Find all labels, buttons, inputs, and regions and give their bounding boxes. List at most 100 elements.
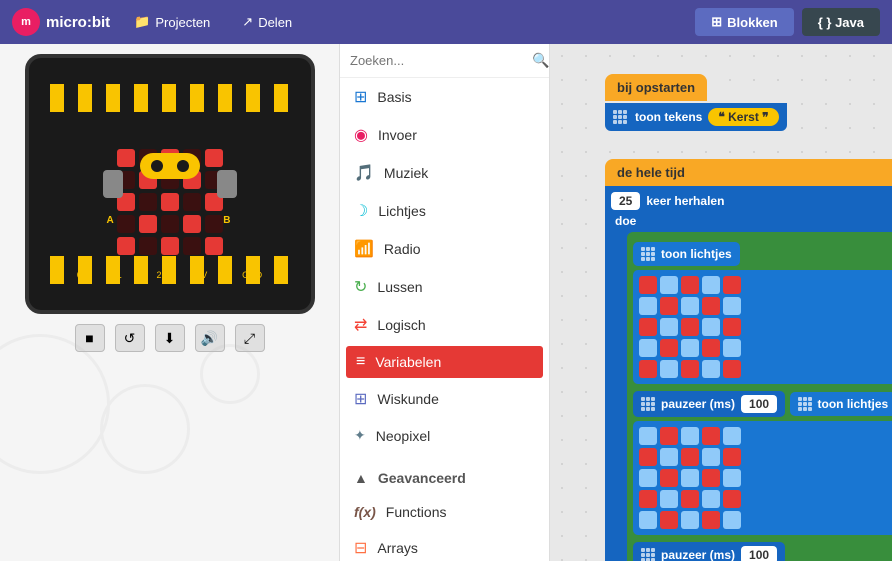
lichtjes-label: Lichtjes: [378, 203, 425, 219]
toolbox-item-radio[interactable]: 📶 Radio: [340, 230, 549, 268]
led-2-3: [183, 193, 201, 211]
microbit-face: [140, 153, 200, 179]
toolbox-item-logisch[interactable]: ⇄ Logisch: [340, 306, 549, 344]
blokken-button[interactable]: ⊞ Blokken: [695, 8, 793, 36]
toolbox-item-neopixel[interactable]: ✦ Neopixel: [340, 418, 549, 453]
pin-3v: 3V: [196, 270, 207, 280]
bij-opstarten-label: bij opstarten: [617, 80, 695, 95]
led-2-1: [139, 193, 157, 211]
pauzeer-block-1[interactable]: pauzeer (ms) 100: [633, 391, 785, 417]
ld-r1c5: [723, 276, 741, 294]
workspace[interactable]: bij opstarten toon tekens ❝ Kerst ❞: [550, 44, 892, 561]
led-0-0: [117, 149, 135, 167]
toolbox-item-variabelen[interactable]: ≡ Variabelen: [346, 346, 543, 378]
de-hele-tijd-block[interactable]: de hele tijd: [605, 159, 892, 186]
toon-lichtjes-block-2[interactable]: toon lichtjes: [790, 392, 892, 416]
ld-r5c1: [639, 360, 657, 378]
toolbox-item-wiskunde[interactable]: ⊞ Wiskunde: [340, 380, 549, 418]
label-b: B: [223, 215, 230, 226]
radio-icon: 📶: [354, 239, 374, 259]
toolbox-item-functions[interactable]: f(x) Functions: [340, 495, 549, 529]
wiskunde-label: Wiskunde: [377, 391, 438, 407]
led-3-4: [205, 215, 223, 233]
button-a[interactable]: [103, 170, 123, 198]
watermark: [0, 324, 339, 561]
green-block-wrapper: toon lichtjes: [627, 232, 892, 561]
nav-right-buttons: ⊞ Blokken { } Java: [695, 8, 880, 36]
keer-value: 25: [611, 192, 640, 210]
delen-nav-btn[interactable]: ↗ Delen: [234, 10, 300, 34]
ld-r1c3: [681, 276, 699, 294]
microbit-center: A B: [50, 112, 290, 256]
toolbox-item-lussen[interactable]: ↻ Lussen: [340, 268, 549, 306]
led-grid-display-1: [633, 270, 892, 384]
logisch-label: Logisch: [377, 317, 425, 333]
de-hele-tijd-label: de hele tijd: [617, 165, 685, 180]
functions-icon: f(x): [354, 504, 376, 520]
ld-r3c2: [660, 318, 678, 336]
pauzeer-block-2[interactable]: pauzeer (ms) 100: [633, 542, 785, 561]
toolbox-item-basis[interactable]: ⊞ Basis: [340, 78, 549, 116]
projects-nav-btn[interactable]: 📁 Projecten: [126, 10, 218, 34]
ld-r5c2: [660, 360, 678, 378]
ld-r4c2: [660, 339, 678, 357]
wm-circle-1: [0, 334, 110, 474]
microbit-simulator: A B 0 1 2 3V GND: [25, 54, 315, 314]
invoer-label: Invoer: [378, 127, 417, 143]
ld-r1c2: [660, 276, 678, 294]
java-button[interactable]: { } Java: [802, 8, 880, 36]
ld-r5c4: [702, 360, 720, 378]
muziek-label: Muziek: [384, 165, 428, 181]
led-4-1: [139, 237, 157, 255]
muziek-icon: 🎵: [354, 163, 374, 183]
toon-lichtjes-label-2: toon lichtjes: [818, 397, 889, 411]
ld-r2c1: [639, 297, 657, 315]
ld-r5c3: [681, 360, 699, 378]
tl-grid-icon-2: [798, 397, 812, 411]
ld-r1c4: [702, 276, 720, 294]
pin-2: 2: [156, 270, 161, 280]
keer-herhalen-row: 25 keer herhalen: [611, 192, 892, 210]
wiskunde-icon: ⊞: [354, 389, 367, 409]
toon-lichtjes-block-1[interactable]: toon lichtjes: [633, 242, 740, 266]
toolbox-advanced-header[interactable]: ▲ Geavanceerd: [340, 461, 549, 495]
lichtjes-icon: ☽: [354, 201, 368, 221]
neopixel-icon: ✦: [354, 427, 366, 444]
lussen-icon: ↻: [354, 277, 367, 297]
functions-label: Functions: [386, 504, 447, 520]
block-group-opstarten[interactable]: bij opstarten toon tekens ❝ Kerst ❞: [605, 74, 892, 131]
pauzeer-value-1: 100: [741, 395, 777, 413]
outer-blue-wrapper: 25 keer herhalen doe: [605, 186, 892, 561]
logisch-icon: ⇄: [354, 315, 367, 335]
button-b[interactable]: [217, 170, 237, 198]
keer-herhalen-label: keer herhalen: [646, 194, 724, 208]
toolbox-item-muziek[interactable]: 🎵 Muziek: [340, 154, 549, 192]
invoer-icon: ◉: [354, 125, 368, 145]
toon-lichtjes-label-1: toon lichtjes: [661, 247, 732, 261]
blocks-icon: ⊞: [711, 14, 722, 30]
simulator-panel: A B 0 1 2 3V GND ■ ↺: [0, 44, 340, 561]
pauzeer-grid-icon-2: [641, 548, 655, 561]
variabelen-label: Variabelen: [375, 354, 441, 370]
eye-left: [151, 160, 163, 172]
toon-tekens-block[interactable]: toon tekens ❝ Kerst ❞: [605, 103, 787, 131]
block-group-hele-tijd[interactable]: de hele tijd 25 keer herhalen doe: [605, 159, 892, 561]
toolbox-item-arrays[interactable]: ⊟ Arrays: [340, 529, 549, 561]
search-input[interactable]: [350, 53, 526, 68]
pin-1: 1: [117, 270, 122, 280]
basis-icon: ⊞: [354, 87, 367, 107]
arrays-icon: ⊟: [354, 538, 367, 558]
led-2-2: [161, 193, 179, 211]
block-grid-icon: [613, 110, 627, 124]
pauzeer-label-2: pauzeer (ms): [661, 548, 735, 561]
pauzeer-grid-icon-1: [641, 397, 655, 411]
ld-r3c1: [639, 318, 657, 336]
toolbox-item-lichtjes[interactable]: ☽ Lichtjes: [340, 192, 549, 230]
basis-label: Basis: [377, 89, 411, 105]
kerst-value: ❝ Kerst ❞: [708, 108, 778, 126]
doe-label: doe: [615, 214, 892, 228]
neopixel-label: Neopixel: [376, 428, 430, 444]
bij-opstarten-block[interactable]: bij opstarten: [605, 74, 707, 101]
led-3-3: [183, 215, 201, 233]
toolbox-item-invoer[interactable]: ◉ Invoer: [340, 116, 549, 154]
